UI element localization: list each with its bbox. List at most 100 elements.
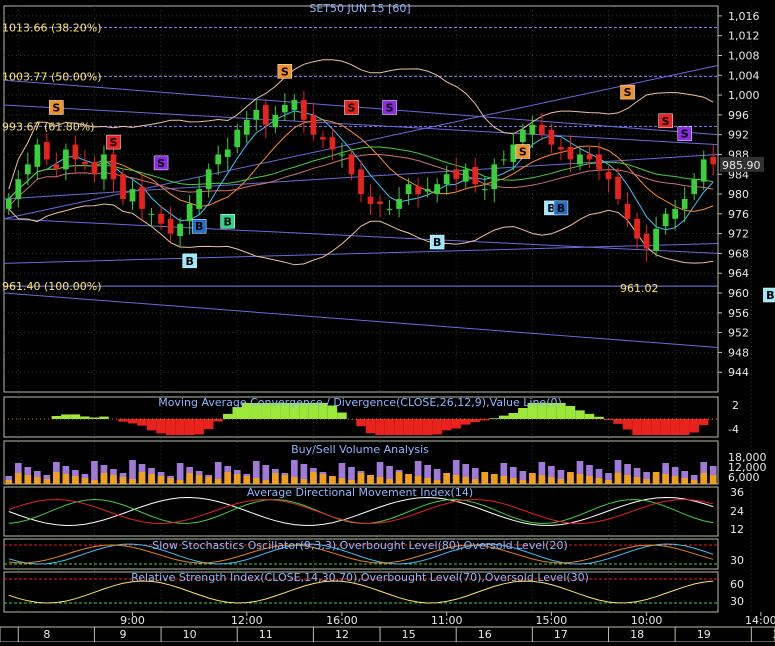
macd-bar [337,413,347,420]
candle-body [311,115,317,135]
signal-label: S [281,65,289,78]
candle-body [215,154,221,164]
macd-bar [585,414,595,419]
macd-bar [185,419,195,435]
volume-bar-sell [120,477,127,484]
candle-body [596,154,602,169]
volume-bar-sell [53,472,60,484]
volume-bar-sell [520,480,527,484]
volume-bar-sell [129,479,136,484]
volume-bar-sell [586,476,593,484]
macd-bar [670,419,680,435]
candle-body [549,130,555,145]
macd-bar [147,419,157,430]
volume-bar-sell [148,474,155,484]
macd-bar [175,419,185,435]
candle-body [73,145,79,160]
macd-bar [366,419,376,433]
macd-bar [651,419,661,435]
candle-body [130,189,136,201]
candle-body [701,159,707,181]
macd-bar [499,416,509,419]
price-tick-label: 996 [728,109,749,122]
macd-bar [61,414,71,419]
date-label: 12 [335,628,349,641]
volume-bar-sell [491,474,498,484]
macd-tick-low: -4 [728,423,739,436]
time-label: 14:00 [745,614,775,627]
date-label: 17 [554,628,568,641]
signal-label: S [519,145,527,158]
volume-bar-sell [44,479,51,484]
volume-tick-6000: 6,000 [728,471,760,484]
price-tick-label: 992 [728,129,749,142]
candle-body [501,159,507,160]
macd-bar [404,419,414,435]
macd-bar [356,419,366,426]
price-tick-label: 968 [728,247,749,260]
low-annotation: 961.02 [620,282,659,295]
candle-body [672,209,678,219]
volume-bar-sell [567,472,574,484]
signal-label: B [433,236,441,249]
price-tick-label: 952 [728,327,749,340]
candle-body [377,201,383,203]
candle-body [292,100,298,110]
candle-body [282,105,288,112]
candle-body [301,100,307,120]
macd-bar [394,419,404,435]
adx-tick-36: 36 [730,486,744,499]
volume-bar-sell [624,475,631,484]
volume-bar-sell [234,474,241,484]
candle-body [63,150,69,170]
price-tick-label: 980 [728,188,749,201]
rsi-tick-30: 30 [730,595,744,608]
price-tick-label: 948 [728,346,749,359]
signal-label: S [662,115,670,128]
price-tick-label: 972 [728,228,749,241]
adx-tick-12: 12 [730,523,744,536]
candle-body [453,169,459,179]
chart-title: SET50 JUN 15 [60] [309,2,410,15]
adx-tick-24: 24 [730,505,744,518]
time-label: 11:00 [431,614,463,627]
volume-bar-sell [282,475,289,484]
macd-bar [613,419,623,424]
macd-bar [518,408,528,419]
volume-bar-sell [672,476,679,484]
macd-bar [642,419,652,435]
candle-body [463,169,469,181]
stochastic-title: Slow Stochastics Oscillator(9,3,3),Overb… [152,539,568,552]
candle-body [206,169,212,189]
volume-bar-sell [139,472,146,484]
volume-bar-sell [415,476,422,484]
candle-body [644,234,650,249]
rsi-title: Relative Strength Index(CLOSE,14,30,70),… [131,571,589,584]
candle-body [587,154,593,159]
signal-label: S [52,101,60,114]
volume-bar-sell [167,478,174,484]
macd-bar [385,419,395,435]
candle-body [339,154,345,155]
macd-bar [166,419,176,435]
candle-body [92,162,98,174]
volume-bar-sell [453,475,460,484]
candle-body [358,169,364,194]
macd-bar [575,410,585,419]
price-tick-label: 1,012 [728,30,760,43]
volume-bar-sell [396,472,403,484]
macd-bar [461,419,471,425]
volume-bar-sell [320,474,327,484]
candle-body [82,162,88,164]
date-label: 16 [478,628,492,641]
candle-body [539,125,545,135]
macd-bar [623,419,633,430]
volume-bar-sell [386,479,393,484]
candle-body [615,177,621,199]
candle-body [177,224,183,236]
candle-body [368,197,374,204]
fib-label: 993.67 (61.80%) [2,120,95,133]
date-label: 11 [259,628,273,641]
volume-bar-sell [510,478,517,484]
volume-bar-sell [196,475,203,484]
